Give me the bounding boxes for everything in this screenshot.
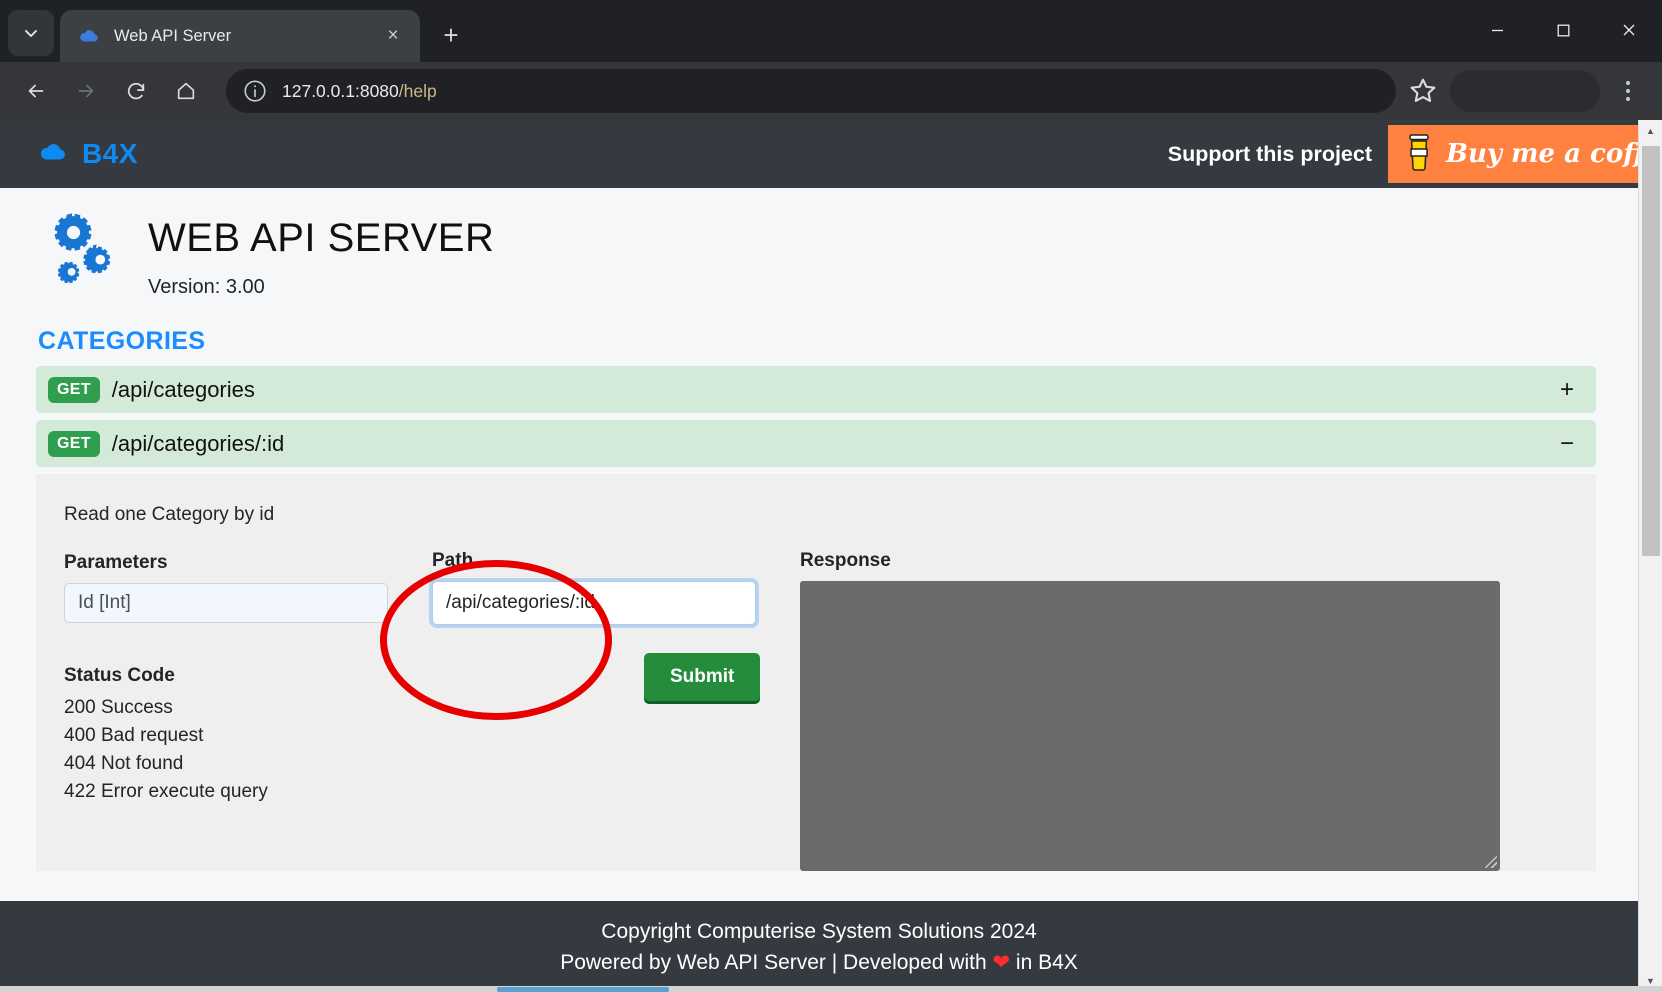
path-label: Path <box>432 550 474 571</box>
brand-label: B4X <box>82 138 138 169</box>
status-code-row: 400 Bad request <box>64 724 204 746</box>
endpoint-header-categories-id[interactable]: GET /api/categories/:id − <box>36 420 1596 467</box>
submit-button[interactable]: Submit <box>644 653 761 701</box>
endpoint-path: /api/categories <box>111 376 255 402</box>
page-viewport: B4X Support this project Buy me a coffee <box>0 120 1662 992</box>
heart-icon: ❤ <box>992 950 1011 974</box>
navbar-right: Support this project Buy me a coffee <box>1168 125 1638 183</box>
gears-icon <box>44 210 122 295</box>
status-code-row: 422 Error execute query <box>64 780 268 802</box>
support-this-project-label: Support this project <box>1167 141 1372 166</box>
footer-copyright: Copyright Computerise System Solutions 2… <box>601 920 1037 944</box>
parameters-label: Parameters <box>64 552 168 573</box>
detail-middle-column: Path Submit <box>432 504 800 871</box>
browser-toolbar: 127.0.0.1:8080/help <box>0 62 1662 120</box>
reload-icon[interactable] <box>114 69 158 113</box>
profile-button[interactable] <box>1450 70 1600 112</box>
cloud-icon <box>78 25 100 47</box>
endpoint-header-categories[interactable]: GET /api/categories + <box>36 366 1596 413</box>
http-method-badge: GET <box>48 430 100 457</box>
window-maximize-button[interactable] <box>1530 0 1596 60</box>
expand-toggle-icon[interactable]: + <box>1560 377 1578 402</box>
forward-arrow-icon[interactable] <box>64 69 108 113</box>
tab-strip: Web API Server × + <box>0 0 472 62</box>
scroll-up-arrow-icon[interactable]: ▲ <box>1639 120 1662 142</box>
brand-link[interactable]: B4X <box>38 137 138 172</box>
tab-title: Web API Server <box>114 26 232 45</box>
resize-grip-icon[interactable] <box>1485 856 1497 868</box>
http-method-badge: GET <box>48 376 100 403</box>
status-code-block: Status Code 200 Success 400 Bad request … <box>64 665 432 806</box>
home-icon[interactable] <box>164 69 208 113</box>
buy-me-a-coffee-button[interactable]: Buy me a coffee <box>1388 125 1638 183</box>
response-label: Response <box>800 550 891 571</box>
window-minimize-button[interactable] <box>1464 0 1530 60</box>
page-hero: WEB API SERVER Version: 3.00 <box>0 188 1638 299</box>
browser-titlebar: Web API Server × + <box>0 0 1662 62</box>
url-text: 127.0.0.1:8080/help <box>282 81 437 102</box>
status-code-row: 404 Not found <box>64 752 184 774</box>
browser-tab[interactable]: Web API Server × <box>60 10 420 62</box>
taskbar-strip <box>0 986 1662 992</box>
page-content: WEB API SERVER Version: 3.00 CATEGORIES … <box>0 188 1638 901</box>
path-input[interactable] <box>432 581 756 625</box>
back-arrow-icon[interactable] <box>14 69 58 113</box>
footer-b4x-text: in B4X <box>1010 950 1078 974</box>
info-circle-icon[interactable] <box>242 78 268 104</box>
hero-text: WEB API SERVER Version: 3.00 <box>148 210 494 299</box>
status-code-row: 200 Success <box>64 697 173 718</box>
url-path: /help <box>398 80 437 101</box>
response-textarea[interactable] <box>800 581 1500 871</box>
section-title-categories: CATEGORIES <box>38 327 206 355</box>
web-page: B4X Support this project Buy me a coffee <box>0 120 1638 992</box>
collapse-toggle-icon[interactable]: − <box>1560 431 1578 456</box>
tab-search-icon[interactable] <box>8 10 54 56</box>
endpoint-path: /api/categories/:id <box>111 430 285 456</box>
endpoints-accordion: GET /api/categories + GET /api/categorie… <box>36 366 1596 467</box>
close-tab-icon[interactable]: × <box>380 23 406 49</box>
version-label: Version: 3.00 <box>148 276 265 298</box>
window-close-button[interactable] <box>1596 0 1662 60</box>
star-icon[interactable] <box>1406 74 1440 108</box>
parameters-input[interactable] <box>64 583 388 623</box>
new-tab-button[interactable]: + <box>430 14 472 56</box>
status-code-label: Status Code <box>64 665 175 686</box>
address-bar[interactable]: 127.0.0.1:8080/help <box>226 69 1396 113</box>
page-scrollbar[interactable]: ▲ ▼ <box>1638 120 1662 992</box>
coffee-cup-icon <box>1402 132 1436 177</box>
taskbar-active-indicator <box>497 987 669 992</box>
detail-left-column: Read one Category by id Parameters Statu… <box>64 504 432 871</box>
scrollbar-thumb[interactable] <box>1642 146 1660 556</box>
page-title: WEB API SERVER <box>148 216 495 260</box>
footer-powered-text: Powered by Web API Server | Developed wi… <box>560 950 993 974</box>
site-footer: Copyright Computerise System Solutions 2… <box>0 901 1638 992</box>
endpoint-description: Read one Category by id <box>64 504 275 525</box>
kebab-menu-icon[interactable] <box>1608 71 1648 111</box>
endpoint-detail-panel: Read one Category by id Parameters Statu… <box>36 474 1596 871</box>
site-navbar: B4X Support this project Buy me a coffee <box>0 120 1638 188</box>
buy-me-a-coffee-label: Buy me a coffee <box>1446 139 1638 169</box>
detail-right-column: Response <box>800 504 1596 871</box>
url-host: 127.0.0.1:8080 <box>282 80 399 101</box>
window-controls <box>1464 0 1662 60</box>
browser-window: Web API Server × + 127.0.0.1:8080/help B… <box>0 0 1662 992</box>
cloud-icon <box>38 137 68 172</box>
footer-powered-by: Powered by Web API Server | Developed wi… <box>0 948 1638 978</box>
